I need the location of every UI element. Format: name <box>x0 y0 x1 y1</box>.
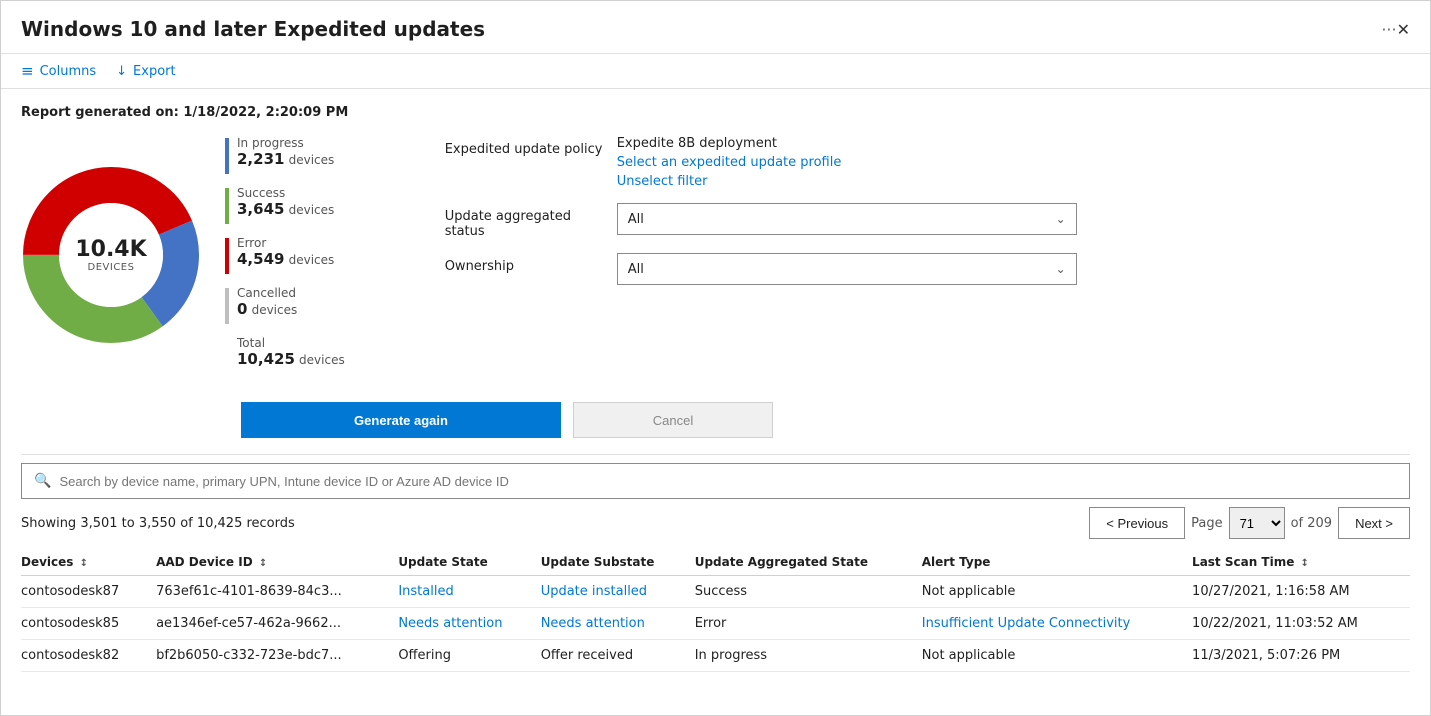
cell-aad-device-id: 763ef61c-4101-8639-84c3... <box>156 576 398 608</box>
ownership-value: All <box>628 262 644 277</box>
legend-value-in-progress: 2,231 <box>237 150 284 168</box>
col-update-substate: Update Substate <box>541 547 695 576</box>
cell-update-state[interactable]: Needs attention <box>398 608 540 640</box>
legend-label-error: Error <box>237 236 334 250</box>
table-row: contosodesk85 ae1346ef-ce57-462a-9662...… <box>21 608 1410 640</box>
aggregated-status-row: Update aggregated status All ⌄ <box>445 203 1077 239</box>
donut-center-label: DEVICES <box>75 262 146 273</box>
col-alert-type: Alert Type <box>922 547 1192 576</box>
ownership-dropdown[interactable]: All ⌄ <box>617 253 1077 285</box>
export-label: Export <box>133 64 176 79</box>
legend-label-total: Total <box>237 336 345 350</box>
legend-value-error: 4,549 <box>237 250 284 268</box>
cell-last-scan-time: 10/27/2021, 1:16:58 AM <box>1192 576 1410 608</box>
search-input[interactable] <box>59 474 1397 489</box>
window-ellipsis[interactable]: ··· <box>1381 20 1396 39</box>
cell-update-substate[interactable]: Update installed <box>541 576 695 608</box>
actions-row: Generate again Cancel <box>241 402 1410 438</box>
columns-icon: ≡ <box>21 62 34 80</box>
ownership-label: Ownership <box>445 253 605 274</box>
previous-button[interactable]: < Previous <box>1089 507 1185 539</box>
legend-value-success: 3,645 <box>237 200 284 218</box>
legend-value-cancelled: 0 <box>237 300 247 318</box>
sort-icon-aad: ↕ <box>259 558 267 569</box>
policy-filter-row: Expedited update policy Expedite 8B depl… <box>445 136 1077 189</box>
legend-bar-error <box>225 238 229 274</box>
col-aad-device-id[interactable]: AAD Device ID ↕ <box>156 547 398 576</box>
legend-value-total: 10,425 <box>237 350 295 368</box>
page-label: Page <box>1191 516 1222 531</box>
cell-update-state[interactable]: Installed <box>398 576 540 608</box>
aggregated-status-chevron: ⌄ <box>1056 212 1066 226</box>
cell-aad-device-id: bf2b6050-c332-723e-bdc7... <box>156 640 398 672</box>
legend-bar-cancelled <box>225 288 229 324</box>
aggregated-status-label: Update aggregated status <box>445 203 605 239</box>
donut-center-number: 10.4K <box>75 237 146 262</box>
chart-legend: In progress 2,231 devices Success 3,645 … <box>225 136 345 374</box>
table-row: contosodesk87 763ef61c-4101-8639-84c3...… <box>21 576 1410 608</box>
pagination-row: Showing 3,501 to 3,550 of 10,425 records… <box>21 507 1410 539</box>
cell-update-substate[interactable]: Needs attention <box>541 608 695 640</box>
close-button[interactable]: ✕ <box>1397 20 1410 39</box>
aggregated-status-dropdown[interactable]: All ⌄ <box>617 203 1077 235</box>
legend-success: Success 3,645 devices <box>225 186 345 224</box>
cell-aad-device-id: ae1346ef-ce57-462a-9662... <box>156 608 398 640</box>
cell-alert-type[interactable]: Insufficient Update Connectivity <box>922 608 1192 640</box>
columns-button[interactable]: ≡ Columns <box>21 62 96 80</box>
col-devices[interactable]: Devices ↕ <box>21 547 156 576</box>
cell-last-scan-time: 10/22/2021, 11:03:52 AM <box>1192 608 1410 640</box>
search-icon: 🔍 <box>34 473 51 489</box>
legend-label-in-progress: In progress <box>237 136 334 150</box>
report-generated: Report generated on: 1/18/2022, 2:20:09 … <box>21 105 1410 120</box>
cell-alert-type: Not applicable <box>922 576 1192 608</box>
legend-label-success: Success <box>237 186 334 200</box>
of-text: of 209 <box>1291 516 1332 531</box>
cell-alert-type: Not applicable <box>922 640 1192 672</box>
page-select[interactable]: 71 <box>1229 507 1285 539</box>
donut-chart: 10.4K DEVICES <box>21 165 201 345</box>
legend-cancelled: Cancelled 0 devices <box>225 286 345 324</box>
col-update-state: Update State <box>398 547 540 576</box>
cancel-button: Cancel <box>573 402 773 438</box>
legend-label-cancelled: Cancelled <box>237 286 297 300</box>
cell-update-state: Offering <box>398 640 540 672</box>
legend-bar-in-progress <box>225 138 229 174</box>
table-row: contosodesk82 bf2b6050-c332-723e-bdc7...… <box>21 640 1410 672</box>
ownership-row: Ownership All ⌄ <box>445 253 1077 285</box>
aggregated-status-value: All <box>628 212 644 227</box>
col-update-aggregated-state: Update Aggregated State <box>695 547 922 576</box>
cell-devices: contosodesk82 <box>21 640 156 672</box>
generate-again-button[interactable]: Generate again <box>241 402 561 438</box>
unselect-filter-link[interactable]: Unselect filter <box>617 174 842 189</box>
filters-panel: Expedited update policy Expedite 8B depl… <box>445 136 1077 285</box>
legend-in-progress: In progress 2,231 devices <box>225 136 345 174</box>
next-button[interactable]: Next > <box>1338 507 1410 539</box>
cell-aggregated-state: Error <box>695 608 922 640</box>
policy-filter-label: Expedited update policy <box>445 136 605 157</box>
cell-devices: contosodesk87 <box>21 576 156 608</box>
search-bar[interactable]: 🔍 <box>21 463 1410 499</box>
ownership-chevron: ⌄ <box>1056 262 1066 276</box>
window-title: Windows 10 and later Expedited updates <box>21 17 1371 41</box>
cell-last-scan-time: 11/3/2021, 5:07:26 PM <box>1192 640 1410 672</box>
export-button[interactable]: ↓ Export <box>116 64 175 79</box>
cell-aggregated-state: Success <box>695 576 922 608</box>
policy-filter-value: Expedite 8B deployment <box>617 136 842 151</box>
pagination-controls: < Previous Page 71 of 209 Next > <box>1089 507 1410 539</box>
showing-text: Showing 3,501 to 3,550 of 10,425 records <box>21 516 295 531</box>
export-icon: ↓ <box>116 64 127 79</box>
sort-icon-scan: ↕ <box>1301 558 1309 569</box>
cell-devices: contosodesk85 <box>21 608 156 640</box>
legend-bar-success <box>225 188 229 224</box>
devices-table: Devices ↕ AAD Device ID ↕ Update State U… <box>21 547 1410 672</box>
legend-error: Error 4,549 devices <box>225 236 345 274</box>
legend-bar-total <box>225 338 229 374</box>
cell-update-substate: Offer received <box>541 640 695 672</box>
cell-aggregated-state: In progress <box>695 640 922 672</box>
columns-label: Columns <box>40 64 97 79</box>
select-expedited-profile-link[interactable]: Select an expedited update profile <box>617 155 842 170</box>
legend-total: Total 10,425 devices <box>225 336 345 374</box>
sort-icon-devices: ↕ <box>80 558 88 569</box>
col-last-scan-time[interactable]: Last Scan Time ↕ <box>1192 547 1410 576</box>
